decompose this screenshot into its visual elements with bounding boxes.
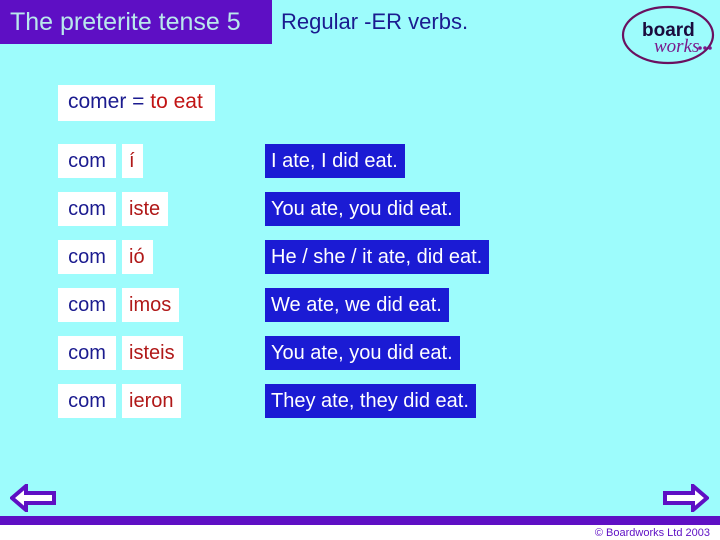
verb-ending: í — [122, 144, 143, 178]
table-row: com iste You ate, you did eat. — [58, 192, 698, 240]
table-row: com imos We ate, we did eat. — [58, 288, 698, 336]
verb-heading: comer = to eat — [58, 85, 215, 121]
table-row: com í I ate, I did eat. — [58, 144, 698, 192]
table-row: com isteis You ate, you did eat. — [58, 336, 698, 384]
back-arrow-icon[interactable] — [8, 481, 56, 515]
verb-stem: com — [58, 384, 116, 418]
svg-text:works: works — [654, 36, 699, 57]
conjugation-table: com í I ate, I did eat. com iste You ate… — [58, 144, 698, 432]
verb-ending: ieron — [122, 384, 182, 418]
english-meaning: You ate, you did eat. — [265, 192, 460, 226]
verb-ending: imos — [122, 288, 180, 322]
english-meaning: I ate, I did eat. — [265, 144, 405, 178]
boardworks-logo: board works — [620, 4, 716, 66]
verb-infinitive: comer = — [68, 90, 151, 113]
verb-ending: iste — [122, 192, 169, 226]
english-meaning: He / she / it ate, did eat. — [265, 240, 490, 274]
page-subtitle: Regular -ER verbs. — [281, 9, 469, 34]
english-meaning: We ate, we did eat. — [265, 288, 449, 322]
verb-stem: com — [58, 192, 116, 226]
verb-stem: com — [58, 144, 116, 178]
forward-arrow-icon[interactable] — [663, 481, 711, 515]
table-row: com ieron They ate, they did eat. — [58, 384, 698, 432]
page-title: The preterite tense 5 — [10, 8, 241, 36]
verb-stem: com — [58, 288, 116, 322]
copyright-notice: © Boardworks Ltd 2003 — [594, 527, 710, 539]
table-row: com ió He / she / it ate, did eat. — [58, 240, 698, 288]
verb-stem: com — [58, 240, 116, 274]
verb-ending: ió — [122, 240, 153, 274]
footer-accent-bar — [0, 516, 720, 525]
slide-canvas: The preterite tense 5 Regular -ER verbs.… — [0, 0, 720, 540]
verb-ending: isteis — [122, 336, 183, 370]
verb-stem: com — [58, 336, 116, 370]
verb-translation: to eat — [150, 90, 203, 113]
english-meaning: They ate, they did eat. — [265, 384, 476, 418]
english-meaning: You ate, you did eat. — [265, 336, 460, 370]
